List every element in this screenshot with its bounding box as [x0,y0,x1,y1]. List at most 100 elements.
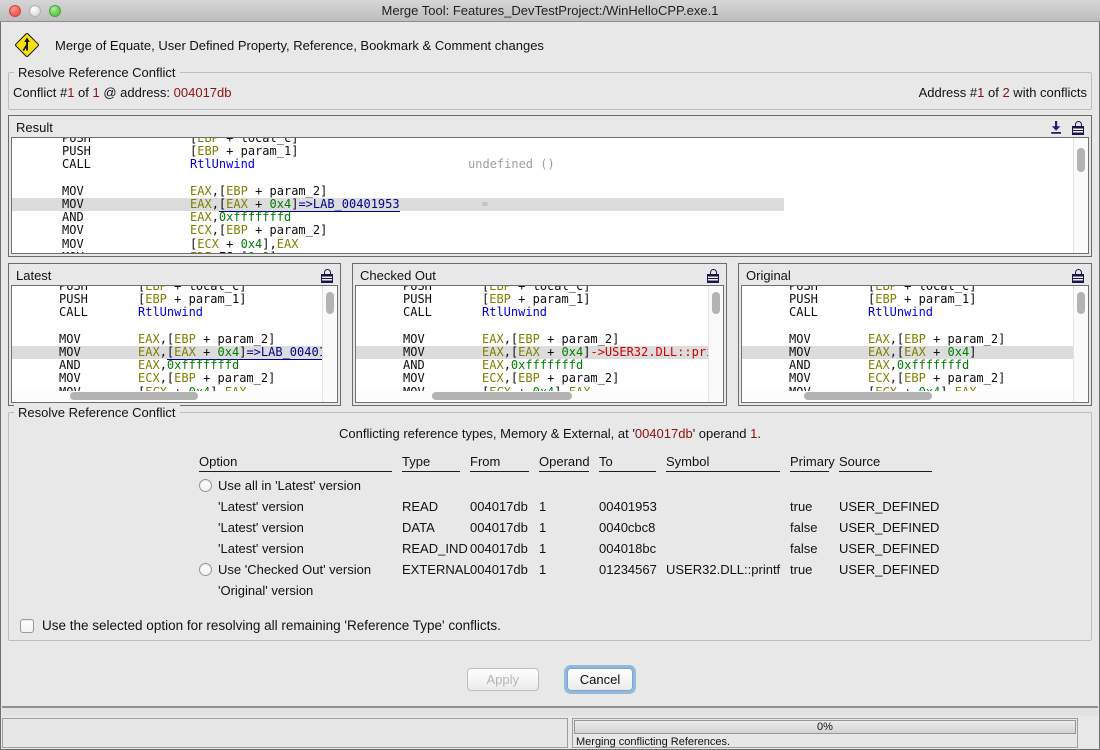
mnemonic: MOV [403,333,425,346]
lock-icon[interactable] [1072,274,1084,283]
code-line[interactable]: MOVEDI,ES:[0x0] [12,251,1088,254]
use-for-all-checkbox[interactable] [20,619,34,633]
operands: RtlUnwind [868,306,933,319]
version-label: 'Latest' version [199,541,402,556]
resolution-option[interactable]: Use 'Checked Out' version [199,562,402,577]
minimize-window-button[interactable] [29,5,41,17]
reference-table-row: Use all in 'Latest' version [199,475,1091,496]
mnemonic: MOV [62,251,84,254]
code-line[interactable]: PUSH[EBP + local_c] [12,137,1088,145]
code-line[interactable]: CALL RtlUnwind [12,306,337,319]
cell-to: 0040cbc8 [599,520,666,535]
version-label: 'Original' version [199,583,402,598]
reference-table: Option Type From Operand To Symbol Prima… [199,454,1091,601]
reference-table-row: 'Latest' versionDATA004017db10040cbc8fal… [199,517,1091,538]
banner-text: Merge of Equate, User Defined Property, … [55,38,544,53]
scrollbar-thumb[interactable] [712,292,720,314]
operands: RtlUnwind [138,306,203,319]
lock-icon[interactable] [707,274,719,283]
column-header: Type [402,454,460,472]
conflict-counter: Conflict #1 of 1 @ address: 004017db [13,85,232,100]
scrollbar-thumb[interactable] [804,392,932,400]
scrollbar-thumb[interactable] [432,392,572,400]
code-line[interactable]: CALLRtlUnwindundefined () [12,158,1088,171]
zoom-window-button[interactable] [49,5,61,17]
mnemonic: CALL [59,306,88,319]
column-header: Primary [790,454,829,472]
cell-source: USER_DEFINED [839,562,959,577]
function-signature-label: undefined () [468,158,555,171]
cell-symbol: USER32.DLL::printf [666,562,790,577]
cell-from: 004017db [470,520,539,535]
result-listing[interactable]: PUSH[EBP + local_c]PUSH[EBP + param_1]CA… [11,137,1089,254]
checked-out-panel: Checked Out PUSH[EBP + local_c]PUSH[EBP … [352,263,727,406]
latest-listing[interactable]: PUSH[EBP + local_c]PUSH[EBP + param_1]CA… [11,285,338,403]
use-for-all-label: Use the selected option for resolving al… [42,618,501,633]
column-header: From [470,454,529,472]
scrollbar-thumb[interactable] [70,392,198,400]
code-line[interactable] [12,172,1088,185]
status-divider-bar [2,706,1098,716]
lock-icon[interactable] [321,274,333,283]
horizontal-scrollbar[interactable] [742,391,1073,402]
conflict-panel-legend: Resolve Reference Conflict [14,65,180,80]
lock-icon[interactable] [1072,126,1084,135]
cell-operand: 1 [539,541,599,556]
code-line[interactable]: MOVECX,[EBP + param_2] [12,224,1088,237]
cell-primary: false [790,520,839,535]
operands: RtlUnwind [190,158,255,171]
cell-primary: false [790,541,839,556]
checked-out-panel-title: Checked Out [360,268,436,283]
code-line[interactable]: CALL RtlUnwind [742,306,1088,319]
column-header: Symbol [666,454,780,472]
mnemonic: MOV [62,185,84,198]
close-window-button[interactable] [9,5,21,17]
cell-type: EXTERNAL [402,562,470,577]
code-line[interactable]: ANDEAX,0xfffffffd [12,211,1088,224]
cell-source: USER_DEFINED [839,541,959,556]
status-message: Merging conflicting References. [573,735,1077,749]
conflict-address: 004017db [174,85,232,100]
cell-from: 004017db [470,541,539,556]
mnemonic: MOV [789,333,811,346]
merge-banner: Merge of Equate, User Defined Property, … [14,32,544,58]
original-listing[interactable]: PUSH[EBP + local_c]PUSH[EBP + param_1]CA… [741,285,1089,403]
horizontal-scrollbar[interactable] [356,391,708,402]
window-title: Merge Tool: Features_DevTestProject:/Win… [0,0,1100,21]
vertical-scrollbar[interactable] [1073,138,1088,253]
status-left-field [2,718,568,748]
vertical-scrollbar[interactable] [1073,286,1088,402]
address-counter: Address #1 of 2 with conflicts [919,85,1087,100]
code-line-highlighted[interactable]: MOVEAX,[EAX + 0x4]=>LAB_00401953= [12,198,784,211]
resolution-option[interactable]: Use all in 'Latest' version [199,478,402,493]
code-line[interactable]: MOVEAX,[EBP + param_2] [12,333,337,346]
vertical-scrollbar[interactable] [322,286,337,402]
radio-button[interactable] [199,563,212,576]
cell-to: 01234567 [599,562,666,577]
scrollbar-thumb[interactable] [1077,148,1085,172]
checked-out-listing[interactable]: PUSH[EBP + local_c]PUSH[EBP + param_1]CA… [355,285,724,403]
cell-type: READ_IND [402,541,470,556]
latest-panel: Latest PUSH[EBP + local_c]PUSH[EBP + par… [8,263,341,406]
code-line[interactable]: CALLRtlUnwind [356,306,723,319]
eol-mark: = [482,198,488,211]
cell-to: 00401953 [599,499,666,514]
status-bar: 0% Merging conflicting References. [2,718,1078,748]
cancel-button[interactable]: Cancel [567,668,633,691]
operands: RtlUnwind [482,306,547,319]
resolve-panel-legend: Resolve Reference Conflict [14,405,180,420]
code-line[interactable]: MOV[ECX + 0x4],EAX [12,238,1088,251]
horizontal-scrollbar[interactable] [12,391,322,402]
cell-from: 004017db [470,499,539,514]
code-line[interactable]: MOVEAX,[EBP + param_2] [12,185,1088,198]
resolve-reference-panel: Resolve Reference Conflict Conflicting r… [8,412,1092,641]
scrollbar-thumb[interactable] [326,292,334,314]
merge-sign-icon [14,32,40,58]
mnemonic: MOV [403,372,425,385]
radio-button[interactable] [199,479,212,492]
apply-button[interactable]: Apply [467,668,539,691]
download-icon[interactable] [1049,120,1063,135]
vertical-scrollbar[interactable] [708,286,723,402]
mnemonic: CALL [789,306,818,319]
scrollbar-thumb[interactable] [1077,292,1085,314]
